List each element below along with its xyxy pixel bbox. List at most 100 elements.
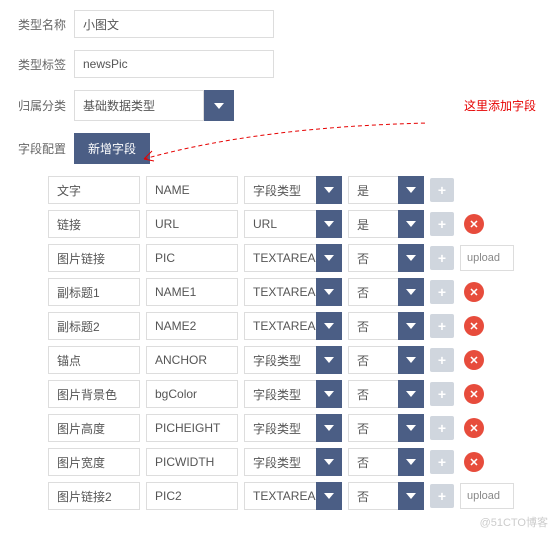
field-row: TEXTAREA 否 + <box>18 482 536 510</box>
extra-input[interactable] <box>460 245 514 271</box>
required-select[interactable]: 否 <box>348 414 398 442</box>
chevron-down-icon <box>406 289 416 295</box>
type-tag-input[interactable] <box>74 50 274 78</box>
field-label-input[interactable] <box>48 278 140 306</box>
field-type-dropdown-button[interactable] <box>316 380 342 408</box>
field-type-select[interactable]: URL <box>244 210 316 238</box>
field-type-select[interactable]: 字段类型 <box>244 346 316 374</box>
category-label: 归属分类 <box>18 97 74 114</box>
required-dropdown-button[interactable] <box>398 210 424 238</box>
delete-button[interactable]: ✕ <box>464 350 484 370</box>
required-select[interactable]: 是 <box>348 210 398 238</box>
required-select[interactable]: 否 <box>348 380 398 408</box>
add-button[interactable]: + <box>430 382 454 406</box>
chevron-down-icon <box>324 425 334 431</box>
add-button[interactable]: + <box>430 450 454 474</box>
field-name-input[interactable] <box>146 482 238 510</box>
field-name-input[interactable] <box>146 380 238 408</box>
field-name-input[interactable] <box>146 346 238 374</box>
field-name-input[interactable] <box>146 312 238 340</box>
field-label-input[interactable] <box>48 380 140 408</box>
required-select[interactable]: 否 <box>348 278 398 306</box>
required-dropdown-button[interactable] <box>398 448 424 476</box>
field-type-select[interactable]: 字段类型 <box>244 380 316 408</box>
field-type-select[interactable]: 字段类型 <box>244 414 316 442</box>
field-name-input[interactable] <box>146 244 238 272</box>
field-row: TEXTAREA 否 + <box>18 244 536 272</box>
required-dropdown-button[interactable] <box>398 176 424 204</box>
field-type-select[interactable]: TEXTAREA <box>244 312 316 340</box>
delete-button[interactable]: ✕ <box>464 452 484 472</box>
type-name-label: 类型名称 <box>18 16 74 33</box>
required-dropdown-button[interactable] <box>398 482 424 510</box>
delete-button[interactable]: ✕ <box>464 418 484 438</box>
required-dropdown-button[interactable] <box>398 278 424 306</box>
add-button[interactable]: + <box>430 246 454 270</box>
field-label-input[interactable] <box>48 448 140 476</box>
field-type-dropdown-button[interactable] <box>316 346 342 374</box>
required-select[interactable]: 否 <box>348 346 398 374</box>
field-label-input[interactable] <box>48 210 140 238</box>
field-name-input[interactable] <box>146 448 238 476</box>
field-name-input[interactable] <box>146 176 238 204</box>
field-type-select[interactable]: TEXTAREA <box>244 278 316 306</box>
field-type-dropdown-button[interactable] <box>316 176 342 204</box>
delete-button[interactable]: ✕ <box>464 384 484 404</box>
field-type-select[interactable]: 字段类型 <box>244 176 316 204</box>
field-type-dropdown-button[interactable] <box>316 414 342 442</box>
field-type-dropdown-button[interactable] <box>316 312 342 340</box>
field-name-input[interactable] <box>146 414 238 442</box>
field-label-input[interactable] <box>48 346 140 374</box>
required-dropdown-button[interactable] <box>398 414 424 442</box>
chevron-down-icon <box>214 103 224 109</box>
add-field-button[interactable]: 新增字段 <box>74 133 150 164</box>
chevron-down-icon <box>324 289 334 295</box>
field-row: 字段类型 是 + <box>18 176 536 204</box>
required-select[interactable]: 否 <box>348 244 398 272</box>
add-button[interactable]: + <box>430 484 454 508</box>
add-button[interactable]: + <box>430 212 454 236</box>
field-type-select[interactable]: TEXTAREA <box>244 244 316 272</box>
required-select[interactable]: 是 <box>348 176 398 204</box>
field-row: URL 是 + ✕ <box>18 210 536 238</box>
add-button[interactable]: + <box>430 314 454 338</box>
field-type-dropdown-button[interactable] <box>316 210 342 238</box>
type-name-input[interactable] <box>74 10 274 38</box>
required-dropdown-button[interactable] <box>398 244 424 272</box>
add-button[interactable]: + <box>430 348 454 372</box>
required-dropdown-button[interactable] <box>398 346 424 374</box>
field-type-dropdown-button[interactable] <box>316 448 342 476</box>
chevron-down-icon <box>324 391 334 397</box>
annotation-text: 这里添加字段 <box>464 97 536 114</box>
required-dropdown-button[interactable] <box>398 312 424 340</box>
field-name-input[interactable] <box>146 210 238 238</box>
field-type-select[interactable]: 字段类型 <box>244 448 316 476</box>
chevron-down-icon <box>406 493 416 499</box>
field-type-select[interactable]: TEXTAREA <box>244 482 316 510</box>
category-dropdown-button[interactable] <box>204 90 234 121</box>
extra-input[interactable] <box>460 483 514 509</box>
type-tag-label: 类型标签 <box>18 56 74 73</box>
chevron-down-icon <box>406 357 416 363</box>
field-type-dropdown-button[interactable] <box>316 482 342 510</box>
chevron-down-icon <box>406 459 416 465</box>
add-button[interactable]: + <box>430 280 454 304</box>
required-select[interactable]: 否 <box>348 448 398 476</box>
delete-button[interactable]: ✕ <box>464 214 484 234</box>
field-label-input[interactable] <box>48 244 140 272</box>
add-button[interactable]: + <box>430 416 454 440</box>
required-dropdown-button[interactable] <box>398 380 424 408</box>
category-select[interactable]: 基础数据类型 <box>74 90 204 121</box>
add-button[interactable]: + <box>430 178 454 202</box>
field-label-input[interactable] <box>48 176 140 204</box>
required-select[interactable]: 否 <box>348 312 398 340</box>
field-label-input[interactable] <box>48 312 140 340</box>
field-type-dropdown-button[interactable] <box>316 244 342 272</box>
field-name-input[interactable] <box>146 278 238 306</box>
field-label-input[interactable] <box>48 482 140 510</box>
field-label-input[interactable] <box>48 414 140 442</box>
required-select[interactable]: 否 <box>348 482 398 510</box>
delete-button[interactable]: ✕ <box>464 282 484 302</box>
delete-button[interactable]: ✕ <box>464 316 484 336</box>
field-type-dropdown-button[interactable] <box>316 278 342 306</box>
